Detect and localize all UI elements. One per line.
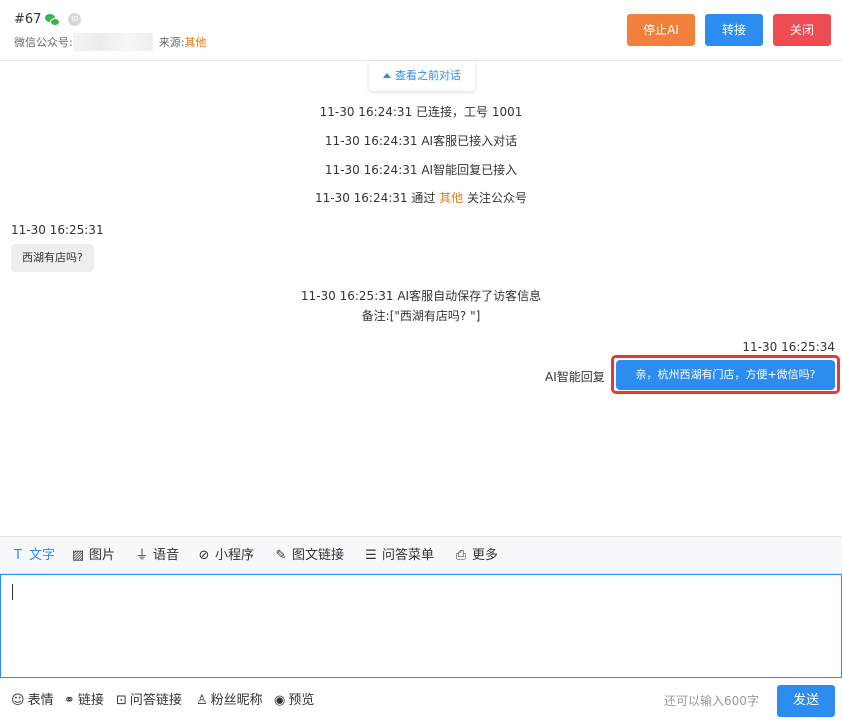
account-label: 微信公众号: <box>14 36 73 49</box>
emoji-button[interactable]: ☺ 表情 <box>11 678 54 724</box>
system-message: 11-30 16:24:31 AI智能回复已接入 <box>324 163 518 177</box>
conversation-number: #67 <box>14 12 42 27</box>
wechat-icon <box>45 13 61 26</box>
emoji-icon: ☺ <box>11 693 25 708</box>
visitor-message: 西湖有店吗? <box>11 244 94 272</box>
link-label: 链接 <box>77 693 104 708</box>
mini-program-icon: ⊘ <box>198 548 210 563</box>
mic-icon: ⏚ <box>135 548 149 563</box>
stop-ai-button[interactable]: 停止AI <box>627 14 695 46</box>
fan-nickname-label: 粉丝昵称 <box>210 693 263 708</box>
link-button[interactable]: ⚭ 链接 <box>64 678 104 724</box>
article-link-icon: ✎ <box>275 548 287 563</box>
agent-timestamp: 11-30 16:25:34 <box>742 340 835 354</box>
preview-button[interactable]: ◉ 预览 <box>274 678 314 724</box>
agent-message: 亲，杭州西湖有门店，方便+微信吗? <box>616 360 835 390</box>
qa-link-button[interactable]: ⊡ 问答链接 <box>116 678 182 724</box>
user-icon: ♙ <box>196 693 208 708</box>
send-button[interactable]: 发送 <box>777 685 835 717</box>
qa-link-icon: ⊡ <box>116 693 127 708</box>
tab-text[interactable]: T 文字 <box>11 537 55 575</box>
view-previous-label: 查看之前对话 <box>395 69 461 82</box>
text-icon: T <box>14 548 22 563</box>
eye-icon: ◉ <box>274 693 286 708</box>
system-message-save: 11-30 16:25:31 AI客服自动保存了访客信息 <box>300 289 542 303</box>
emoji-label: 表情 <box>27 693 54 708</box>
system-message: 11-30 16:24:31 AI客服已接入对话 <box>324 134 518 148</box>
message-type-toolbar: T 文字 ▨ 图片 ⏚ 语音 ⊘ 小程序 ✎ 图文链接 ☰ 问答菜单 ⎙ 更多 <box>0 536 842 574</box>
conversation-id: #67 ID <box>14 12 82 27</box>
qa-link-label: 问答链接 <box>129 693 182 708</box>
link-icon: ⚭ <box>64 693 75 708</box>
system-message: 11-30 16:24:31 已连接，工号 1001 <box>319 105 523 119</box>
system-message-note: 备注:["西湖有店吗? "] <box>361 309 481 323</box>
tab-image[interactable]: ▨ 图片 <box>71 537 115 575</box>
follow-source: 其他 <box>439 191 464 205</box>
tab-article-link[interactable]: ✎ 图文链接 <box>274 537 344 575</box>
tab-voice-label: 语音 <box>153 548 180 563</box>
tab-article-link-label: 图文链接 <box>292 548 345 563</box>
tab-mini-program-label: 小程序 <box>215 548 255 563</box>
input-footer: ☺ 表情 ⚭ 链接 ⊡ 问答链接 ♙ 粉丝昵称 ◉ 预览 还可以输入600字 发送 <box>0 678 842 724</box>
id-icon: ID <box>68 13 82 26</box>
list-icon: ☰ <box>365 548 377 563</box>
image-icon: ▨ <box>71 548 85 563</box>
tab-more-label: 更多 <box>472 548 499 563</box>
tab-more[interactable]: ⎙ 更多 <box>454 537 498 575</box>
tab-voice[interactable]: ⏚ 语音 <box>135 537 179 575</box>
tab-mini-program[interactable]: ⊘ 小程序 <box>197 537 254 575</box>
follow-prefix: 11-30 16:24:31 通过 <box>314 191 436 205</box>
chat-header: #67 ID 微信公众号: 来源: 其他 停止AI 转接 关闭 <box>0 0 842 61</box>
more-icon: ⎙ <box>455 548 467 563</box>
chat-history[interactable]: 查看之前对话 11-30 16:24:31 已连接，工号 1001 11-30 … <box>0 61 842 536</box>
preview-label: 预览 <box>288 693 315 708</box>
tab-qa-menu[interactable]: ☰ 问答菜单 <box>364 537 434 575</box>
system-message-follow: 11-30 16:24:31 通过 其他 关注公众号 <box>0 189 842 206</box>
transfer-button[interactable]: 转接 <box>705 14 763 46</box>
view-previous-link[interactable]: 查看之前对话 <box>369 61 475 91</box>
follow-suffix: 关注公众号 <box>467 191 528 205</box>
remaining-chars: 还可以输入600字 <box>664 694 759 708</box>
source-value: 其他 <box>184 36 207 49</box>
tab-qa-menu-label: 问答菜单 <box>382 548 435 563</box>
tab-text-label: 文字 <box>29 548 56 563</box>
source-label: 来源: <box>158 36 185 49</box>
caret-up-icon <box>383 73 391 78</box>
ai-reply-label: AI智能回复 <box>545 370 605 384</box>
account-info: 微信公众号: 来源: 其他 <box>14 33 206 51</box>
visitor-timestamp: 11-30 16:25:31 <box>11 223 104 237</box>
text-caret <box>12 584 13 600</box>
message-input[interactable] <box>0 574 842 678</box>
tab-image-label: 图片 <box>89 548 116 563</box>
close-button[interactable]: 关闭 <box>773 14 831 46</box>
fan-nickname-button[interactable]: ♙ 粉丝昵称 <box>196 678 263 724</box>
account-name-masked <box>72 33 153 51</box>
